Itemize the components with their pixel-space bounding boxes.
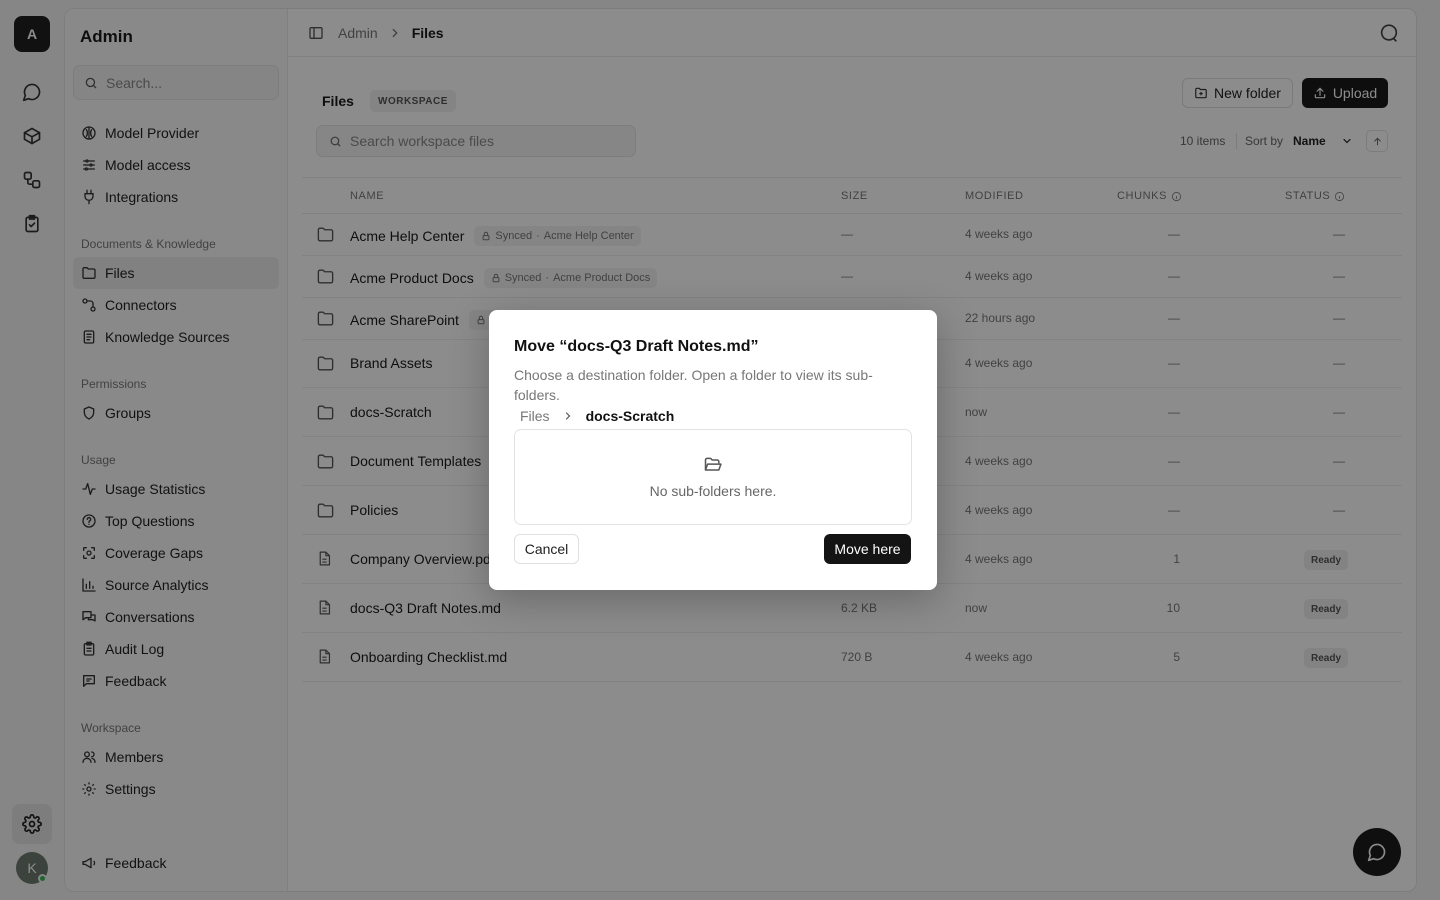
move-here-button[interactable]: Move here — [824, 534, 911, 564]
move-dialog: Move “docs-Q3 Draft Notes.md” Choose a d… — [489, 310, 937, 590]
subfolder-list: No sub-folders here. — [514, 429, 912, 525]
dialog-crumb-current: docs-Scratch — [585, 408, 675, 424]
dialog-description: Choose a destination folder. Open a fold… — [514, 367, 873, 403]
empty-state-text: No sub-folders here. — [649, 483, 777, 499]
chevron-right-icon — [565, 412, 570, 420]
cancel-button[interactable]: Cancel — [514, 534, 579, 564]
dialog-breadcrumb: Files docs-Scratch — [520, 408, 674, 424]
dialog-crumb-files[interactable]: Files — [520, 408, 550, 424]
dialog-title: Move “docs-Q3 Draft Notes.md” — [514, 338, 759, 355]
folder-open-icon — [704, 457, 722, 471]
